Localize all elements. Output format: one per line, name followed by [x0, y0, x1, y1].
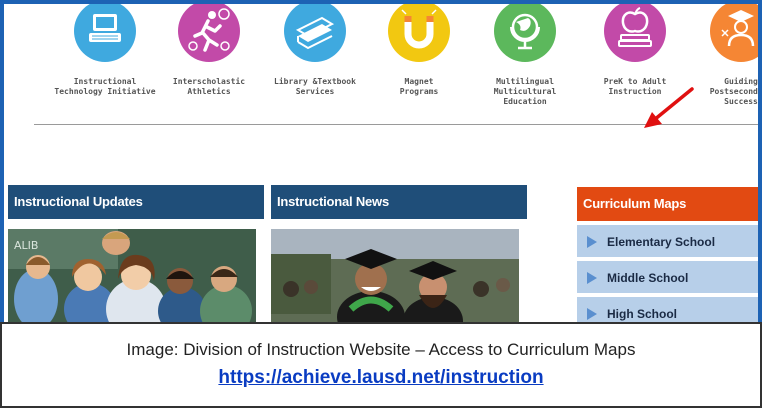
nav-label: Magnet Programs: [399, 77, 439, 96]
curriculum-maps-header[interactable]: Curriculum Maps: [577, 187, 758, 221]
classroom-photo[interactable]: ALIB: [8, 229, 256, 322]
play-arrow-icon: [587, 308, 597, 320]
apple-books-icon: [604, 4, 666, 62]
red-arrow-icon: [644, 87, 694, 128]
caption-text: Image: Division of Instruction Website –…: [126, 340, 636, 359]
website-screenshot: Instructional Technology Initiative Inter…: [0, 0, 762, 322]
play-arrow-icon: [587, 272, 597, 284]
cm-item-label: High School: [607, 307, 677, 321]
cm-item-label: Middle School: [607, 271, 689, 285]
books-icon: [284, 4, 346, 62]
instructional-news-header[interactable]: Instructional News: [271, 185, 527, 219]
runner-icon: [178, 4, 240, 62]
graduate-icon: [710, 4, 758, 62]
nav-label: Multilingual Multicultural Education: [493, 77, 557, 106]
instructional-updates-header[interactable]: Instructional Updates: [8, 185, 264, 219]
graduation-photo[interactable]: [271, 229, 519, 322]
globe-icon: [494, 4, 556, 62]
caption-link[interactable]: https://achieve.lausd.net/instruction: [2, 367, 760, 389]
nav-label: Library &Textbook Services: [274, 77, 356, 96]
svg-text:ALIB: ALIB: [14, 239, 38, 252]
curriculum-maps-elementary[interactable]: Elementary School: [577, 225, 758, 259]
nav-label: Interscholastic Athletics: [172, 77, 246, 96]
laptop-icon: [74, 4, 136, 62]
cm-item-label: Elementary School: [607, 235, 716, 249]
nav-label: Instructional Technology Initiative: [54, 77, 156, 96]
curriculum-maps-high[interactable]: High School: [577, 297, 758, 322]
play-arrow-icon: [587, 236, 597, 248]
curriculum-maps-middle[interactable]: Middle School: [577, 261, 758, 295]
magnet-icon: [388, 4, 450, 62]
caption-box: Image: Division of Instruction Website –…: [0, 322, 762, 408]
